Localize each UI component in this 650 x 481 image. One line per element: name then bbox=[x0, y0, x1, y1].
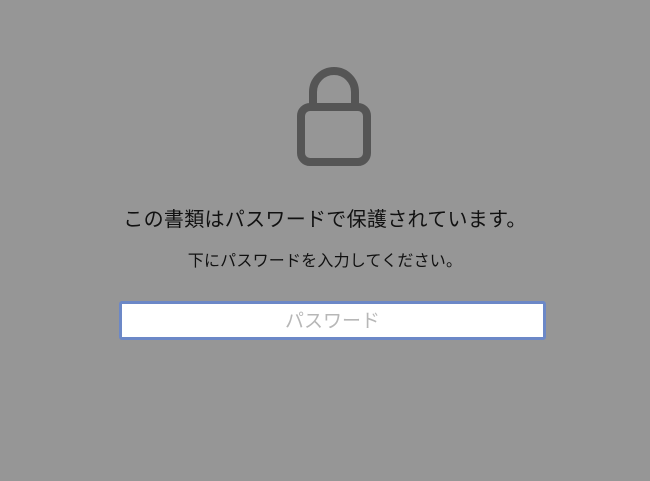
enter-password-instruction: 下にパスワードを入力してください。 bbox=[187, 251, 463, 270]
password-input[interactable] bbox=[119, 301, 546, 340]
lock-icon bbox=[297, 62, 371, 166]
protected-message-title: この書類はパスワードで保護されています。 bbox=[123, 207, 527, 231]
